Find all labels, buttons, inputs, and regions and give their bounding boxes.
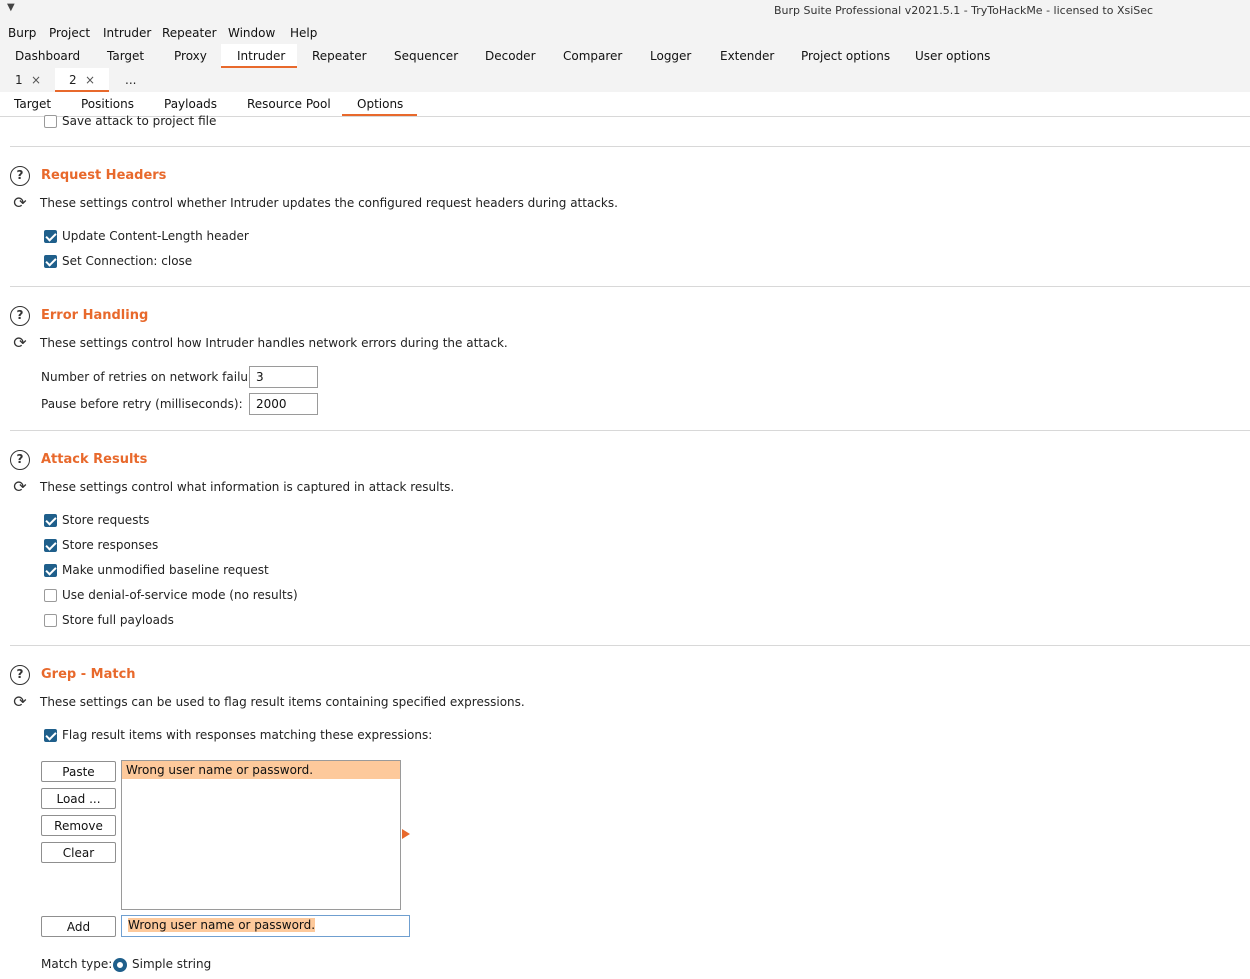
reset-icon[interactable]: ⟳ xyxy=(11,334,29,352)
simple-string-radio[interactable] xyxy=(113,958,127,972)
grep-match-title: Grep - Match xyxy=(41,667,136,682)
request-headers-description: These settings control whether Intruder … xyxy=(40,196,618,210)
subtab-resource-pool[interactable]: Resource Pool xyxy=(247,97,331,111)
menu-window[interactable]: Window xyxy=(228,26,275,40)
divider xyxy=(10,286,1250,287)
list-item[interactable]: Wrong user name or password. xyxy=(122,761,400,779)
load-button[interactable]: Load ... xyxy=(41,788,116,809)
help-icon[interactable]: ? xyxy=(10,665,30,685)
save-attack-checkbox[interactable] xyxy=(44,115,57,128)
tab-extender[interactable]: Extender xyxy=(720,49,774,63)
update-content-length-checkbox[interactable] xyxy=(44,230,57,243)
subtab-options[interactable]: Options xyxy=(357,97,403,111)
menu-burp[interactable]: Burp xyxy=(8,26,36,40)
divider xyxy=(10,645,1250,646)
subtab-active-indicator xyxy=(342,114,417,116)
tab-user-options[interactable]: User options xyxy=(915,49,990,63)
store-requests-label: Store requests xyxy=(62,513,150,527)
menu-repeater[interactable]: Repeater xyxy=(162,26,217,40)
request-headers-title: Request Headers xyxy=(41,168,167,183)
match-type-label: Match type: xyxy=(41,957,113,971)
store-responses-label: Store responses xyxy=(62,538,159,552)
grep-expressions-list[interactable]: Wrong user name or password. xyxy=(121,760,401,910)
add-button[interactable]: Add xyxy=(41,916,116,937)
grep-expression-input-text: Wrong user name or password. xyxy=(128,918,316,932)
instance-tab-more[interactable]: ... xyxy=(109,68,149,92)
store-full-payloads-checkbox[interactable] xyxy=(44,614,57,627)
flag-results-label: Flag result items with responses matchin… xyxy=(62,728,433,742)
divider xyxy=(10,430,1250,431)
dos-mode-checkbox[interactable] xyxy=(44,589,57,602)
tab-intruder[interactable]: Intruder xyxy=(237,49,285,63)
retries-label: Number of retries on network failure: xyxy=(41,370,265,384)
main-tabs: Dashboard Target Proxy Intruder Repeater… xyxy=(0,44,1250,69)
instance-tab-1[interactable]: 1 × xyxy=(0,68,55,92)
pause-input[interactable] xyxy=(249,393,318,415)
grep-match-description: These settings can be used to flag resul… xyxy=(40,695,525,709)
error-handling-description: These settings control how Intruder hand… xyxy=(40,336,508,350)
attack-results-description: These settings control what information … xyxy=(40,480,455,494)
baseline-request-checkbox[interactable] xyxy=(44,564,57,577)
flag-results-checkbox[interactable] xyxy=(44,729,57,742)
tab-target[interactable]: Target xyxy=(107,49,144,63)
tab-project-options[interactable]: Project options xyxy=(801,49,890,63)
retries-input[interactable] xyxy=(249,366,318,388)
set-connection-close-label: Set Connection: close xyxy=(62,254,193,268)
remove-button[interactable]: Remove xyxy=(41,815,116,836)
set-connection-close-checkbox[interactable] xyxy=(44,255,57,268)
save-attack-label: Save attack to project file xyxy=(62,114,217,128)
subtab-payloads[interactable]: Payloads xyxy=(164,97,217,111)
tab-comparer[interactable]: Comparer xyxy=(563,49,622,63)
options-panel: Save attack to project file ? Request He… xyxy=(0,114,1250,979)
tab-proxy[interactable]: Proxy xyxy=(174,49,207,63)
store-responses-checkbox[interactable] xyxy=(44,539,57,552)
store-requests-checkbox[interactable] xyxy=(44,514,57,527)
error-handling-title: Error Handling xyxy=(41,308,149,323)
tab-decoder[interactable]: Decoder xyxy=(485,49,536,63)
chevron-down-icon[interactable]: ▼ xyxy=(7,2,15,13)
baseline-request-label: Make unmodified baseline request xyxy=(62,563,269,577)
tab-dashboard[interactable]: Dashboard xyxy=(15,49,80,63)
clear-button[interactable]: Clear xyxy=(41,842,116,863)
menubar: Burp Project Intruder Repeater Window He… xyxy=(0,22,1250,44)
menu-intruder[interactable]: Intruder xyxy=(103,26,151,40)
reset-icon[interactable]: ⟳ xyxy=(11,478,29,496)
menu-project[interactable]: Project xyxy=(49,26,90,40)
simple-string-label: Simple string xyxy=(132,957,212,971)
instance-tab-label: 2 xyxy=(69,73,77,87)
attack-results-title: Attack Results xyxy=(41,452,148,467)
title-bar: ▼ Burp Suite Professional v2021.5.1 - Tr… xyxy=(0,0,1250,23)
close-icon[interactable]: × xyxy=(85,73,95,87)
tab-repeater[interactable]: Repeater xyxy=(312,49,367,63)
update-content-length-label: Update Content-Length header xyxy=(62,229,249,243)
window-title: Burp Suite Professional v2021.5.1 - TryT… xyxy=(774,4,1154,17)
tab-sequencer[interactable]: Sequencer xyxy=(394,49,458,63)
grep-expression-input[interactable]: Wrong user name or password. xyxy=(121,915,410,937)
subtab-positions[interactable]: Positions xyxy=(81,97,134,111)
expand-arrow-icon[interactable] xyxy=(402,829,410,839)
subtab-target[interactable]: Target xyxy=(14,97,51,111)
instance-tabs: 1 × 2 × ... xyxy=(0,68,1250,93)
paste-button[interactable]: Paste xyxy=(41,761,116,782)
pause-label: Pause before retry (milliseconds): xyxy=(41,397,243,411)
reset-icon[interactable]: ⟳ xyxy=(11,693,29,711)
reset-icon[interactable]: ⟳ xyxy=(11,194,29,212)
help-icon[interactable]: ? xyxy=(10,450,30,470)
instance-tab-2[interactable]: 2 × xyxy=(55,68,109,92)
menu-help[interactable]: Help xyxy=(290,26,317,40)
help-icon[interactable]: ? xyxy=(10,306,30,326)
instance-tab-label: 1 xyxy=(15,73,23,87)
close-icon[interactable]: × xyxy=(31,73,41,87)
tab-logger[interactable]: Logger xyxy=(650,49,691,63)
dos-mode-label: Use denial-of-service mode (no results) xyxy=(62,588,298,602)
more-tabs-label: ... xyxy=(125,73,137,87)
store-full-payloads-label: Store full payloads xyxy=(62,613,174,627)
help-icon[interactable]: ? xyxy=(10,166,30,186)
divider xyxy=(10,146,1250,147)
